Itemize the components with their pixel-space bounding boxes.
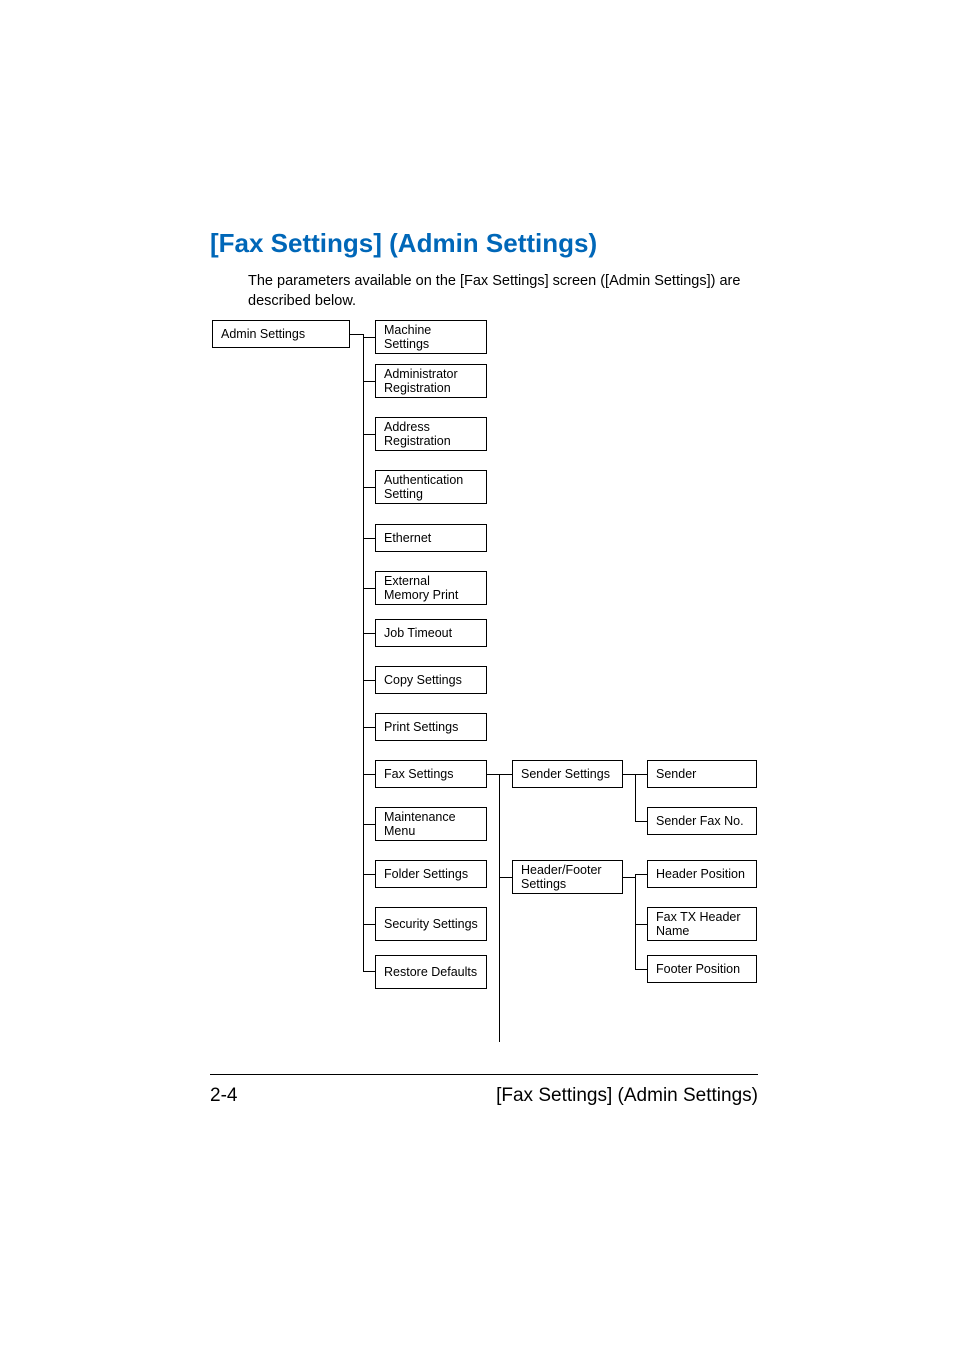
tree-node: Fax TX Header Name xyxy=(647,907,757,941)
footer-title: [Fax Settings] (Admin Settings) xyxy=(496,1085,758,1107)
tree-node: External Memory Print xyxy=(375,571,487,605)
tree-root: Admin Settings xyxy=(212,320,350,348)
connector xyxy=(363,680,375,681)
connector xyxy=(363,727,375,728)
tree-node: Authentication Setting xyxy=(375,470,487,504)
tree-node: Sender Settings xyxy=(512,760,623,788)
tree-node: Print Settings xyxy=(375,713,487,741)
connector xyxy=(635,874,647,875)
connector xyxy=(635,774,636,821)
footer-rule xyxy=(210,1074,758,1075)
connector xyxy=(363,334,364,971)
connector xyxy=(363,774,375,775)
tree-node: Header Position xyxy=(647,860,757,888)
page-number: 2-4 xyxy=(210,1085,237,1107)
tree-node: Ethernet xyxy=(375,524,487,552)
tree-node: Job Timeout xyxy=(375,619,487,647)
connector xyxy=(363,337,375,338)
intro-paragraph: The parameters available on the [Fax Set… xyxy=(248,272,748,311)
connector xyxy=(363,874,375,875)
connector xyxy=(363,633,375,634)
tree-node: Maintenance Menu xyxy=(375,807,487,841)
tree-node: Copy Settings xyxy=(375,666,487,694)
tree-node: Header/Footer Settings xyxy=(512,860,623,894)
tree-node: Folder Settings xyxy=(375,860,487,888)
connector xyxy=(363,381,375,382)
connector xyxy=(363,588,375,589)
connector xyxy=(499,877,512,878)
connector xyxy=(499,774,500,1042)
connector xyxy=(623,774,635,775)
connector xyxy=(499,774,512,775)
connector xyxy=(363,924,375,925)
tree-node: Address Registration xyxy=(375,417,487,451)
tree-node: Footer Position xyxy=(647,955,757,983)
section-heading: [Fax Settings] (Admin Settings) xyxy=(210,228,597,259)
connector xyxy=(363,487,375,488)
tree-node: Fax Settings xyxy=(375,760,487,788)
document-page: [Fax Settings] (Admin Settings) The para… xyxy=(0,0,954,1350)
tree-node: Administrator Registration xyxy=(375,364,487,398)
connector xyxy=(363,824,375,825)
tree-node: Sender Fax No. xyxy=(647,807,757,835)
connector xyxy=(635,969,647,970)
connector xyxy=(635,874,636,969)
connector xyxy=(635,821,647,822)
connector xyxy=(350,334,363,335)
tree-node: Restore Defaults xyxy=(375,955,487,989)
connector xyxy=(363,538,375,539)
tree-node: Machine Settings xyxy=(375,320,487,354)
connector xyxy=(363,434,375,435)
connector xyxy=(487,774,499,775)
connector xyxy=(635,924,647,925)
connector xyxy=(363,971,375,972)
tree-node: Sender xyxy=(647,760,757,788)
connector xyxy=(635,774,647,775)
connector xyxy=(623,877,635,878)
tree-node: Security Settings xyxy=(375,907,487,941)
